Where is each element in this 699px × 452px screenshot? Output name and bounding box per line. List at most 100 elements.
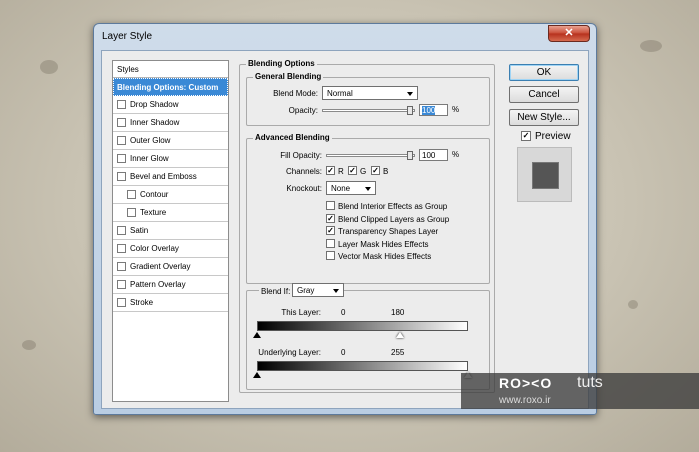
fill-opacity-percent: %	[452, 150, 460, 159]
cancel-button[interactable]: Cancel	[509, 86, 579, 103]
channels-label: Channels:	[285, 167, 322, 176]
styles-header[interactable]: Styles	[113, 61, 228, 78]
preview-thumbnail	[517, 147, 572, 202]
styles-item[interactable]: Bevel and Emboss	[113, 168, 228, 186]
fill-opacity-slider-handle[interactable]	[407, 151, 413, 160]
knockout-dropdown[interactable]: None	[326, 181, 376, 195]
blending-options-group: Blending Options General Blending Blend …	[239, 59, 495, 393]
this-layer-gradient[interactable]	[257, 321, 468, 331]
opacity-input[interactable]: 100	[419, 104, 448, 116]
styles-item[interactable]: Outer Glow	[113, 132, 228, 150]
option-checkbox[interactable]	[326, 201, 335, 210]
title-bar[interactable]: Layer Style ✕	[94, 24, 596, 50]
fill-opacity-input[interactable]: 100	[419, 149, 448, 161]
style-label: Blending Options: Custom	[117, 83, 219, 92]
watermark-url: www.roxo.ir	[499, 395, 551, 406]
style-checkbox[interactable]	[117, 262, 126, 271]
style-checkbox[interactable]	[127, 190, 136, 199]
ok-button[interactable]: OK	[509, 64, 579, 81]
underlying-black-slider[interactable]	[253, 372, 261, 378]
option-checkbox[interactable]	[326, 251, 335, 260]
watermark-tuts: tuts	[577, 374, 603, 391]
knockout-value: None	[331, 184, 351, 193]
underlying-high-value: 255	[391, 348, 405, 357]
blending-options-title: Blending Options	[246, 59, 317, 68]
style-checkbox[interactable]	[117, 118, 126, 127]
preview-label: Preview	[535, 131, 571, 142]
fill-opacity-slider[interactable]	[326, 154, 415, 157]
underlying-layer-gradient[interactable]	[257, 361, 468, 371]
blend-if-label: Blend If:	[259, 287, 293, 296]
style-checkbox[interactable]	[127, 208, 136, 217]
bg-spot	[628, 300, 638, 309]
style-label: Outer Glow	[130, 136, 171, 145]
blend-if-group: Blend If: Gray This Layer: 0 180 Underly…	[246, 283, 490, 390]
style-label: Satin	[130, 226, 149, 235]
knockout-label: Knockout:	[286, 184, 322, 193]
styles-item[interactable]: Inner Shadow	[113, 114, 228, 132]
style-checkbox[interactable]	[117, 154, 126, 163]
channel-g-label: G	[360, 167, 367, 176]
styles-item[interactable]: Inner Glow	[113, 150, 228, 168]
opacity-slider-handle[interactable]	[407, 106, 413, 115]
this-layer-white-slider[interactable]	[396, 332, 404, 338]
style-checkbox[interactable]	[117, 100, 126, 109]
preview-checkbox[interactable]: ✓	[521, 131, 531, 141]
styles-item[interactable]: Contour	[113, 186, 228, 204]
general-blending-title: General Blending	[253, 72, 324, 81]
style-checkbox[interactable]	[117, 298, 126, 307]
styles-items: Blending Options: Custom Drop Shadow Inner…	[113, 78, 228, 312]
fill-opacity-label: Fill Opacity:	[280, 151, 322, 160]
style-label: Bevel and Emboss	[130, 172, 197, 181]
underlying-low-value: 0	[341, 348, 346, 357]
channel-r-checkbox[interactable]: ✓	[326, 166, 335, 175]
option-checkbox[interactable]: ✓	[326, 213, 335, 223]
dialog-title: Layer Style	[102, 31, 153, 42]
style-label: Inner Glow	[130, 154, 169, 163]
styles-item[interactable]: Gradient Overlay	[113, 258, 228, 276]
channel-g-checkbox[interactable]: ✓	[348, 166, 357, 175]
this-layer-label: This Layer:	[281, 308, 321, 317]
general-blending-group: General Blending Blend Mode: Normal Opac…	[246, 72, 490, 126]
new-style-button[interactable]: New Style...	[509, 109, 579, 126]
styles-item[interactable]: Texture	[113, 204, 228, 222]
blend-if-dropdown[interactable]: Gray	[292, 283, 344, 297]
style-checkbox[interactable]	[117, 226, 126, 235]
watermark-logo: RO><O	[499, 375, 553, 391]
style-checkbox[interactable]	[117, 172, 126, 181]
style-label: Stroke	[130, 298, 154, 307]
channel-r-label: R	[338, 167, 344, 176]
styles-item[interactable]: Stroke	[113, 294, 228, 312]
styles-list: Styles Blending Options: Custom Drop Shad…	[112, 60, 229, 402]
preview-swatch	[532, 162, 559, 189]
style-label: Color Overlay	[130, 244, 179, 253]
bg-spot	[40, 60, 58, 74]
underlying-layer-label: Underlying Layer:	[258, 348, 321, 357]
style-checkbox[interactable]	[117, 280, 126, 289]
close-button[interactable]: ✕	[548, 25, 590, 42]
option-checkbox[interactable]	[326, 238, 335, 248]
option-label: Vector Mask Hides Effects	[338, 252, 432, 261]
opacity-slider[interactable]	[322, 109, 415, 112]
styles-item[interactable]: Color Overlay	[113, 240, 228, 258]
this-layer-black-slider[interactable]	[253, 332, 261, 338]
styles-item[interactable]: Pattern Overlay	[113, 276, 228, 294]
blend-mode-dropdown[interactable]: Normal	[322, 86, 418, 100]
chevron-down-icon	[365, 187, 371, 191]
watermark: RO><O tuts www.roxo.ir	[461, 373, 699, 409]
style-label: Drop Shadow	[130, 100, 179, 109]
style-checkbox[interactable]	[117, 136, 126, 145]
style-label: Texture	[140, 208, 167, 217]
channel-b-checkbox[interactable]: ✓	[371, 166, 380, 175]
bg-spot	[640, 40, 662, 52]
opacity-value: 100	[422, 106, 436, 115]
style-checkbox[interactable]	[117, 244, 126, 253]
chevron-down-icon	[407, 92, 413, 96]
style-label: Gradient Overlay	[130, 262, 191, 271]
styles-item[interactable]: Drop Shadow	[113, 96, 228, 114]
styles-item[interactable]: Satin	[113, 222, 228, 240]
opacity-percent: %	[452, 105, 460, 114]
option-checkbox[interactable]: ✓	[326, 226, 335, 235]
styles-item[interactable]: Blending Options: Custom	[113, 78, 228, 96]
chevron-down-icon	[333, 289, 339, 293]
